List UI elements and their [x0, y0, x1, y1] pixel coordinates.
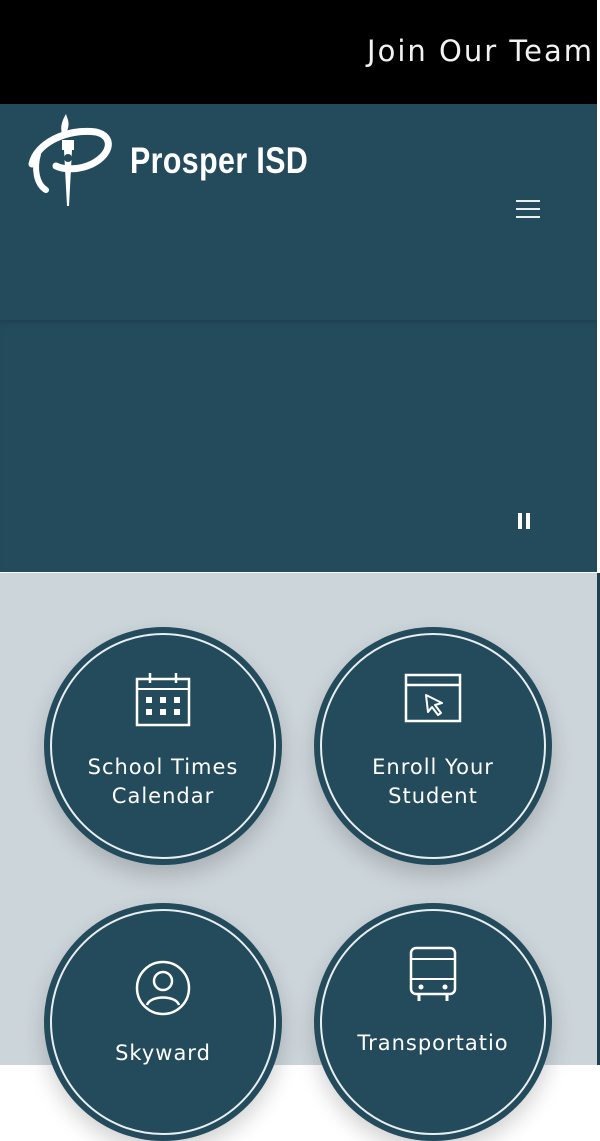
label-line: School Times	[87, 755, 239, 779]
hero-slideshow	[0, 320, 597, 572]
quick-link-skyward[interactable]: Skyward	[44, 903, 282, 1141]
label-line: Calendar	[111, 784, 215, 808]
hamburger-icon-bar	[516, 200, 540, 202]
top-utility-bar: Join Our Team	[0, 0, 597, 104]
join-our-team-link[interactable]: Join Our Team	[367, 34, 594, 68]
quick-link-label: Enroll Your Student	[314, 753, 552, 811]
bus-icon	[409, 946, 457, 1001]
site-name[interactable]: Prosper ISD	[130, 140, 308, 182]
quick-link-label: School Times Calendar	[44, 753, 282, 811]
label-line: Enroll Your	[372, 755, 494, 779]
quick-link-school-times-calendar[interactable]: School Times Calendar	[44, 627, 282, 865]
browser-cursor-icon	[404, 673, 462, 723]
pause-icon[interactable]	[516, 513, 532, 529]
label-line: Transportatio	[357, 1031, 509, 1055]
label-line: Skyward	[115, 1041, 211, 1065]
hamburger-icon-bar	[516, 208, 540, 210]
quick-link-enroll-your-student[interactable]: Enroll Your Student	[314, 627, 552, 865]
site-header: Prosper ISD	[0, 104, 597, 320]
quick-link-transportation[interactable]: Transportatio	[314, 903, 552, 1141]
user-circle-icon	[135, 960, 191, 1016]
hamburger-menu-button[interactable]	[514, 200, 542, 226]
prosper-torch-logo-icon[interactable]	[26, 114, 114, 208]
quick-link-label: Transportatio	[314, 1029, 552, 1058]
hamburger-icon-bar	[516, 216, 540, 218]
calendar-icon	[135, 673, 191, 727]
quick-link-label: Skyward	[44, 1039, 282, 1068]
label-line: Student	[388, 784, 478, 808]
quick-links-section: School Times Calendar Enroll Your Studen…	[0, 573, 600, 1141]
